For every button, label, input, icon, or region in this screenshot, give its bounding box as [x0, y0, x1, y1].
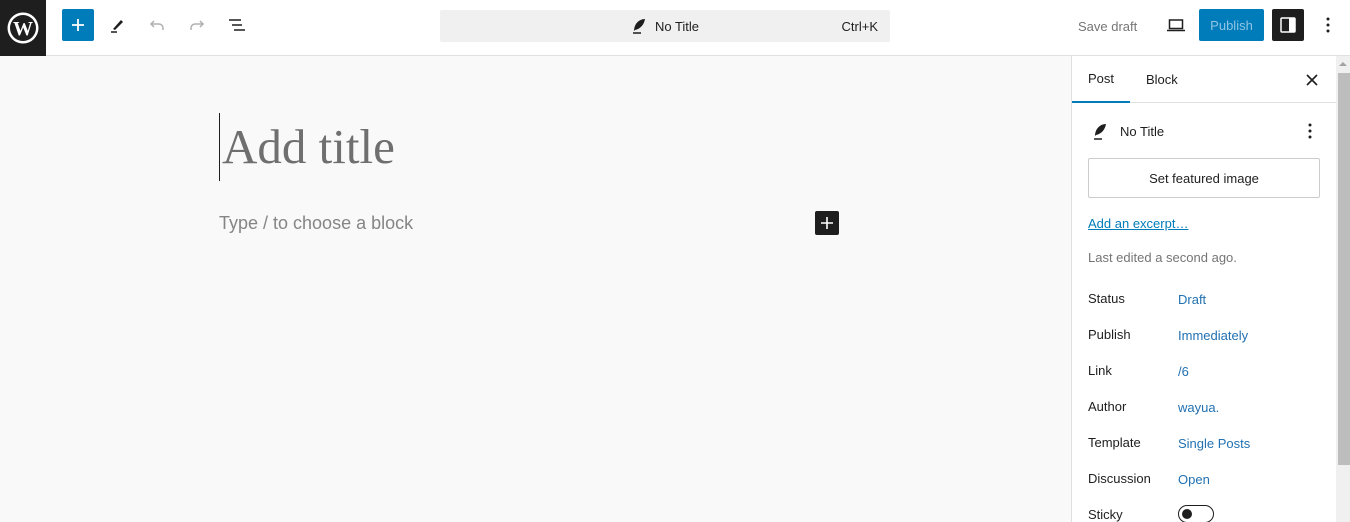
tab-block[interactable]: Block — [1146, 56, 1178, 103]
list-view-icon — [229, 19, 245, 31]
tools-button[interactable] — [101, 9, 133, 41]
wordpress-icon: W — [7, 12, 39, 44]
add-excerpt-link[interactable]: Add an excerpt… — [1088, 216, 1188, 231]
svg-text:W: W — [13, 18, 33, 40]
author-button[interactable]: wayua. — [1178, 400, 1219, 415]
publish-button[interactable]: Publish — [1199, 9, 1264, 41]
close-sidebar-button[interactable] — [1302, 70, 1322, 90]
block-appender-placeholder[interactable]: Type / to choose a block — [219, 213, 413, 234]
more-vertical-icon — [1308, 123, 1312, 139]
sidebar-panel-icon — [1280, 17, 1296, 33]
meta-label: Template — [1088, 435, 1141, 450]
command-palette-bar[interactable]: No Title Ctrl+K — [440, 10, 890, 42]
tab-post[interactable]: Post — [1072, 56, 1130, 103]
sidebar-tabs: Post Block — [1072, 56, 1336, 103]
last-edited-text: Last edited a second ago. — [1088, 250, 1237, 265]
desktop-preview-icon — [1167, 19, 1185, 32]
post-card: No Title — [1088, 119, 1320, 143]
meta-label: Status — [1088, 291, 1125, 306]
meta-row-publish: Publish Immediately — [1088, 327, 1320, 347]
undo-icon — [149, 20, 164, 30]
command-bar-shortcut: Ctrl+K — [841, 19, 878, 34]
discussion-button[interactable]: Open — [1178, 472, 1210, 487]
close-icon — [1306, 74, 1318, 86]
meta-row-author: Author wayua. — [1088, 399, 1320, 419]
scrollbar-thumb[interactable] — [1338, 73, 1350, 465]
meta-row-discussion: Discussion Open — [1088, 471, 1320, 491]
meta-row-template: Template Single Posts — [1088, 435, 1320, 455]
plus-icon — [821, 217, 833, 229]
redo-button[interactable] — [181, 9, 213, 41]
plus-icon — [72, 19, 84, 31]
add-block-button[interactable] — [62, 9, 94, 41]
post-feather-icon — [632, 19, 645, 34]
post-title-input[interactable]: Add title — [219, 113, 395, 181]
toggle-knob — [1182, 509, 1192, 519]
meta-row-status: Status Draft — [1088, 291, 1320, 311]
sidebar-scrollbar[interactable] — [1336, 56, 1350, 522]
inline-add-block-button[interactable] — [815, 211, 839, 235]
wordpress-logo-button[interactable]: W — [0, 0, 46, 56]
meta-label: Link — [1088, 363, 1112, 378]
post-card-title: No Title — [1120, 124, 1165, 139]
meta-row-sticky: Sticky — [1088, 505, 1320, 522]
publish-date-button[interactable]: Immediately — [1178, 328, 1248, 343]
undo-button[interactable] — [141, 9, 173, 41]
post-feather-icon — [1094, 124, 1106, 140]
meta-label: Author — [1088, 399, 1127, 414]
meta-label: Discussion — [1088, 471, 1151, 486]
scroll-up-arrow-icon[interactable] — [1339, 62, 1347, 66]
status-value-button[interactable]: Draft — [1178, 292, 1206, 307]
more-vertical-icon — [1326, 17, 1330, 33]
save-draft-button[interactable]: Save draft — [1078, 19, 1137, 34]
post-actions-button[interactable] — [1300, 119, 1320, 143]
settings-sidebar: Post Block No Title Set featured image A… — [1071, 56, 1336, 522]
editor-canvas: Add title Type / to choose a block — [0, 56, 1071, 522]
pencil-icon — [111, 20, 123, 33]
editor-header: W No Title Ctrl+K Save draft Publish — [0, 0, 1350, 56]
meta-label: Sticky — [1088, 507, 1123, 522]
command-bar-title: No Title — [654, 18, 700, 34]
meta-row-link: Link /6 — [1088, 363, 1320, 383]
set-featured-image-button[interactable]: Set featured image — [1088, 158, 1320, 198]
document-overview-button[interactable] — [221, 9, 253, 41]
preview-button[interactable] — [1160, 9, 1192, 41]
redo-icon — [190, 20, 205, 30]
options-menu-button[interactable] — [1314, 9, 1342, 41]
sticky-toggle[interactable] — [1178, 505, 1214, 522]
permalink-button[interactable]: /6 — [1178, 364, 1189, 379]
settings-toggle-button[interactable] — [1272, 9, 1304, 41]
template-button[interactable]: Single Posts — [1178, 436, 1250, 451]
meta-label: Publish — [1088, 327, 1131, 342]
